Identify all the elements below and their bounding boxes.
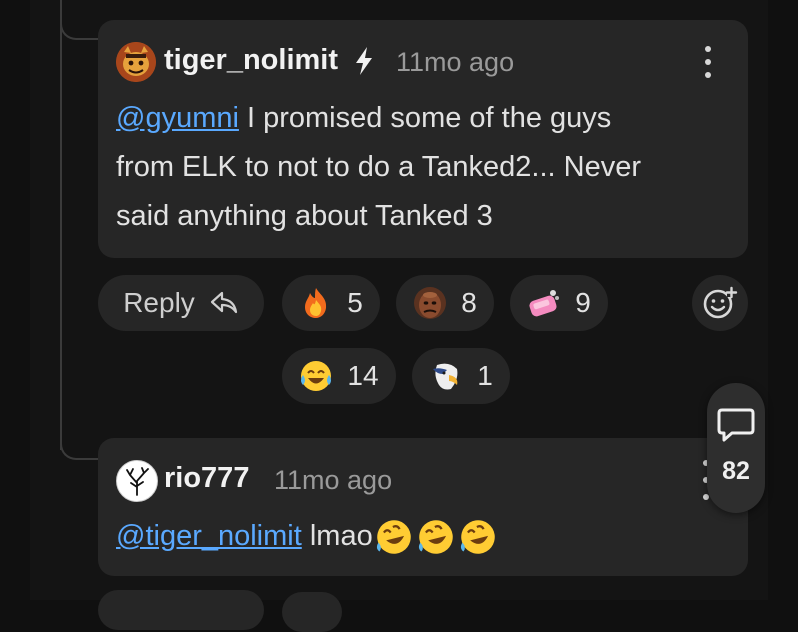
comment-username[interactable]: rio777: [164, 462, 249, 495]
reaction-count: 1: [477, 360, 493, 391]
comment-text: lmao: [301, 520, 373, 552]
reply-label: Reply: [123, 287, 195, 318]
reply-button[interactable]: [98, 590, 264, 630]
comment-timestamp: 11mo ago: [274, 465, 393, 495]
comments-count: 82: [722, 457, 750, 485]
add-reaction-button[interactable]: [692, 275, 748, 331]
rolling-laughing-emoji-icon: [375, 518, 497, 556]
comment-text: said anything about Tanked 3: [116, 200, 493, 232]
reaction-count: 9: [575, 287, 591, 318]
lightning-bolt-icon: [354, 46, 374, 83]
thread-connector: [60, 420, 100, 460]
reaction-button[interactable]: 9: [510, 275, 608, 331]
reaction-button[interactable]: 5: [282, 275, 380, 331]
reaction-count: 8: [461, 287, 477, 318]
reaction-count: 5: [347, 287, 363, 318]
comment-card: tiger_nolimit 11mo ago @gyumni I promise…: [98, 20, 748, 258]
more-options-icon[interactable]: [698, 42, 718, 82]
pink-soap-icon: [529, 290, 560, 317]
tiger-avatar-icon: [116, 42, 156, 82]
comment-timestamp: 11mo ago: [396, 47, 515, 77]
user-avatar[interactable]: [116, 460, 158, 502]
reaction-count: 14: [347, 360, 379, 391]
reaction-button[interactable]: [282, 592, 342, 632]
comment-card: rio777 11mo ago @tiger_nolimit lmao: [98, 438, 748, 576]
comment-body: @gyumni I promised some of the guys from…: [116, 94, 736, 241]
tears-of-joy-icon: [301, 361, 332, 391]
comment-bubble-icon: [717, 408, 755, 442]
comments-count-button[interactable]: 82: [707, 383, 765, 513]
reply-arrow-icon: [210, 291, 237, 314]
comment-username[interactable]: tiger_nolimit: [164, 44, 338, 77]
tree-avatar-icon: [118, 462, 156, 500]
thread-connector: [60, 0, 100, 40]
bald-man-face-icon: [414, 287, 447, 319]
reply-button[interactable]: Reply: [98, 275, 264, 331]
user-avatar[interactable]: [116, 42, 156, 82]
comment-text: I promised some of the guys: [238, 102, 612, 134]
user-mention-link[interactable]: @tiger_nolimit: [116, 512, 302, 561]
comment-body: @tiger_nolimit lmao: [116, 512, 736, 561]
fire-emoji-icon: [305, 288, 327, 318]
thread-line: [60, 30, 62, 450]
user-mention-link[interactable]: @gyumni: [116, 102, 239, 134]
reaction-button[interactable]: 8: [396, 275, 494, 331]
add-emoji-icon: [703, 286, 738, 319]
reaction-button[interactable]: 1: [412, 348, 510, 404]
bald-eagle-icon: [433, 363, 458, 390]
reaction-button[interactable]: 14: [282, 348, 396, 404]
comment-text: from ELK to not to do a Tanked2... Never: [116, 151, 641, 183]
